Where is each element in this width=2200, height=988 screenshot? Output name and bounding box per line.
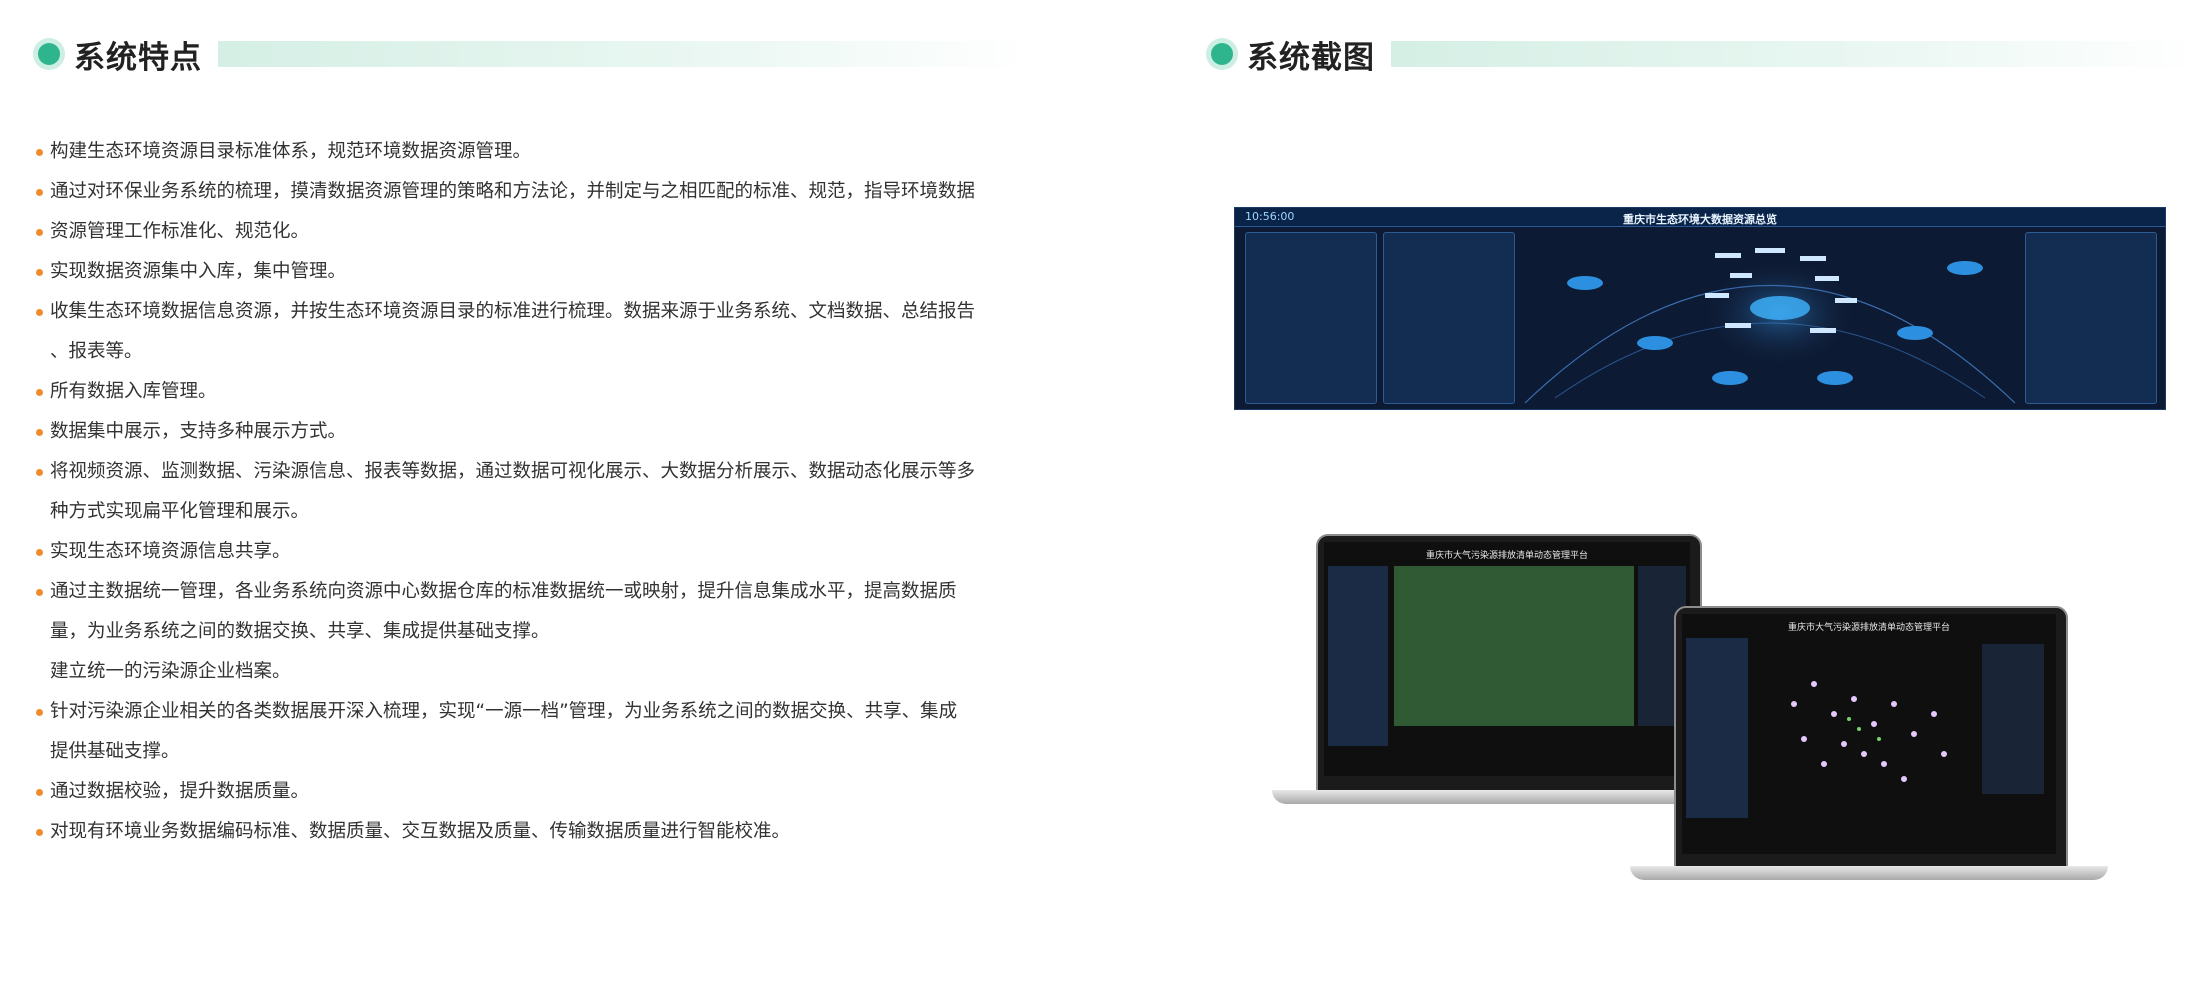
features-header: 系统特点 bbox=[32, 36, 1032, 76]
header-decor-bar bbox=[218, 41, 1032, 67]
dashboard-screenshot: 10:56:00 重庆市生态环境大数据资源总览 bbox=[1234, 207, 2166, 410]
feature-item: 构建生态环境资源目录标准体系，规范环境数据资源管理。 bbox=[34, 132, 1014, 172]
screenshots-title: 系统截图 bbox=[1247, 39, 1375, 76]
feature-item: 通过数据校验，提升数据质量。 bbox=[34, 772, 1014, 812]
laptop-screenshot-2: 重庆市大气污染源排放清单动态管理平台 bbox=[1630, 606, 2108, 884]
feature-item: 资源管理工作标准化、规范化。 bbox=[34, 212, 1014, 252]
list-panel bbox=[1982, 644, 2044, 794]
feature-item: 针对污染源企业相关的各类数据展开深入梳理，实现“一源一档”管理，为业务系统之间的… bbox=[34, 692, 1014, 732]
feature-item: 种方式实现扁平化管理和展示。 bbox=[50, 501, 310, 522]
feature-item: 通过对环保业务系统的梳理，摸清数据资源管理的策略和方法论，并制定与之相匹配的标准… bbox=[34, 172, 1014, 212]
screenshots-header: 系统截图 bbox=[1205, 36, 2200, 76]
header-decor-bar bbox=[1391, 41, 2200, 67]
feature-item: 对现有环境业务数据编码标准、数据质量、交互数据及质量、传输数据质量进行智能校准。 bbox=[34, 812, 1014, 852]
feature-item: 将视频资源、监测数据、污染源信息、报表等数据，通过数据可视化展示、大数据分析展示… bbox=[34, 452, 1014, 492]
dashboard-panel-second bbox=[1383, 232, 1515, 404]
laptop-base bbox=[1272, 790, 1692, 804]
feature-item: 数据集中展示，支持多种展示方式。 bbox=[34, 412, 1014, 452]
feature-list: 构建生态环境资源目录标准体系，规范环境数据资源管理。 通过对环保业务系统的梳理，摸… bbox=[34, 132, 1014, 852]
dashboard-panel-right bbox=[2025, 232, 2157, 404]
dashboard-topbar: 10:56:00 重庆市生态环境大数据资源总览 bbox=[1235, 208, 2165, 227]
laptop-screen: 重庆市大气污染源排放清单动态管理平台 bbox=[1682, 614, 2056, 854]
feature-item: 提供基础支撑。 bbox=[50, 741, 180, 762]
dashboard-network-graphic bbox=[1524, 248, 2016, 404]
feature-item: 收集生态环境数据信息资源，并按生态环境资源目录的标准进行梳理。数据来源于业务系统… bbox=[34, 292, 1014, 332]
feature-item: 量，为业务系统之间的数据交换、共享、集成提供基础支撑。 bbox=[50, 621, 550, 642]
header-dot-icon bbox=[1211, 43, 1233, 65]
map-area bbox=[1394, 566, 1634, 726]
feature-item: 实现数据资源集中入库，集中管理。 bbox=[34, 252, 1014, 292]
laptop-screen-title: 重庆市大气污染源排放清单动态管理平台 bbox=[1787, 623, 1950, 633]
feature-item: 所有数据入库管理。 bbox=[34, 372, 1014, 412]
dashboard-panel-left bbox=[1245, 232, 1377, 404]
features-title: 系统特点 bbox=[74, 39, 202, 76]
laptop-screen-title: 重庆市大气污染源排放清单动态管理平台 bbox=[1425, 551, 1588, 561]
feature-item: 实现生态环境资源信息共享。 bbox=[34, 532, 1014, 572]
laptop-screenshot-1: 重庆市大气污染源排放清单动态管理平台 bbox=[1272, 534, 1702, 809]
feature-item: 建立统一的污染源企业档案。 bbox=[50, 661, 291, 682]
dashboard-title: 重庆市生态环境大数据资源总览 bbox=[1623, 213, 1777, 226]
side-panel bbox=[1328, 566, 1388, 746]
side-panel bbox=[1686, 638, 1748, 818]
feature-item: 通过主数据统一管理，各业务系统向资源中心数据仓库的标准数据统一或映射，提升信息集… bbox=[34, 572, 1014, 612]
header-dot-icon bbox=[38, 43, 60, 65]
map-points-graphic bbox=[1791, 681, 1947, 782]
laptop-base bbox=[1630, 866, 2108, 880]
feature-item: 、报表等。 bbox=[50, 341, 143, 362]
